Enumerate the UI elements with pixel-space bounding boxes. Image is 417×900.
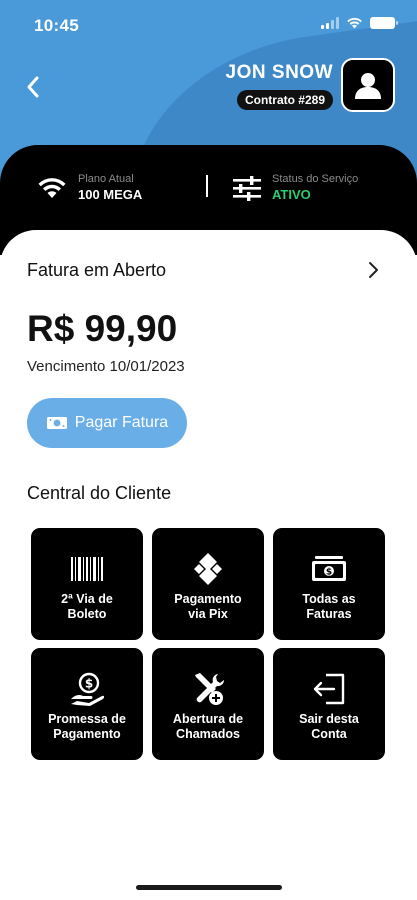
cash-icon: $ <box>312 556 346 581</box>
tile-label: Sair desta Conta <box>299 712 359 741</box>
main-content: Fatura em Aberto R$ 99,90 Vencimento 10/… <box>0 230 417 900</box>
invoice-due-date: Vencimento 10/01/2023 <box>27 358 185 375</box>
tile-label: Todas as Faturas <box>302 592 356 621</box>
tile-label: Abertura de Chamados <box>172 712 244 741</box>
service-status-label: Status do Serviço <box>272 173 359 185</box>
chevron-right-icon[interactable] <box>363 260 383 280</box>
svg-text:$: $ <box>85 677 93 691</box>
tile-label: Promessa de Pagamento <box>48 712 126 741</box>
user-name: JON SNOW <box>225 62 333 83</box>
tile-label: Pagamento via Pix <box>174 592 242 621</box>
svg-text:$: $ <box>326 568 332 578</box>
tile-payment-promise[interactable]: $ Promessa de Pagamento <box>31 648 143 760</box>
sliders-icon <box>233 175 261 201</box>
avatar[interactable] <box>341 58 395 112</box>
service-status-info: Status do Serviço ATIVO <box>232 173 358 202</box>
cellular-signal-icon <box>321 17 339 29</box>
tile-open-tickets[interactable]: Abertura de Chamados <box>152 648 264 760</box>
tile-all-invoices[interactable]: $ Todas as Faturas <box>273 528 385 640</box>
invoice-amount: R$ 99,90 <box>27 308 178 349</box>
wifi-icon <box>38 177 66 198</box>
status-time: 10:45 <box>34 16 79 35</box>
coin-hand-icon: $ <box>71 672 105 706</box>
back-button[interactable] <box>18 72 48 102</box>
customer-center-title: Central do Cliente <box>27 483 172 503</box>
logout-icon <box>313 673 345 705</box>
user-icon <box>355 73 381 99</box>
user-info: JON SNOW Contrato #289 <box>226 62 333 110</box>
battery-icon <box>370 17 398 29</box>
barcode-icon <box>71 557 103 581</box>
info-divider <box>206 175 208 197</box>
plan-info: Plano Atual 100 MEGA <box>36 173 142 202</box>
tile-pix-payment[interactable]: Pagamento via Pix <box>152 528 264 640</box>
pay-invoice-label: Pagar Fatura <box>74 414 169 431</box>
tools-icon <box>195 673 225 705</box>
tile-label: 2ª Via de Boleto <box>61 592 113 621</box>
service-status-value: ATIVO <box>272 187 311 202</box>
tile-logout[interactable]: Sair desta Conta <box>273 648 385 760</box>
chevron-left-icon <box>27 76 39 98</box>
contract-badge: Contrato #289 <box>236 90 333 110</box>
open-invoice-title: Fatura em Aberto <box>27 260 167 280</box>
cash-icon <box>46 417 67 429</box>
wifi-status-icon <box>347 17 362 29</box>
app-screen: 10:45 JON SNOW Contrato #289 Plano Atual… <box>0 0 417 900</box>
status-bar: 10:45 <box>0 0 417 52</box>
customer-center-grid: 2ª Via de Boleto Pagamento via Pix $ Tod… <box>31 528 387 760</box>
plan-label: Plano Atual <box>78 173 134 185</box>
tile-boleto-copy[interactable]: 2ª Via de Boleto <box>31 528 143 640</box>
home-indicator[interactable] <box>136 885 282 890</box>
plan-value: 100 MEGA <box>78 187 143 202</box>
status-icons <box>321 17 398 29</box>
pix-icon <box>194 553 222 585</box>
pay-invoice-button[interactable]: Pagar Fatura <box>27 398 187 448</box>
